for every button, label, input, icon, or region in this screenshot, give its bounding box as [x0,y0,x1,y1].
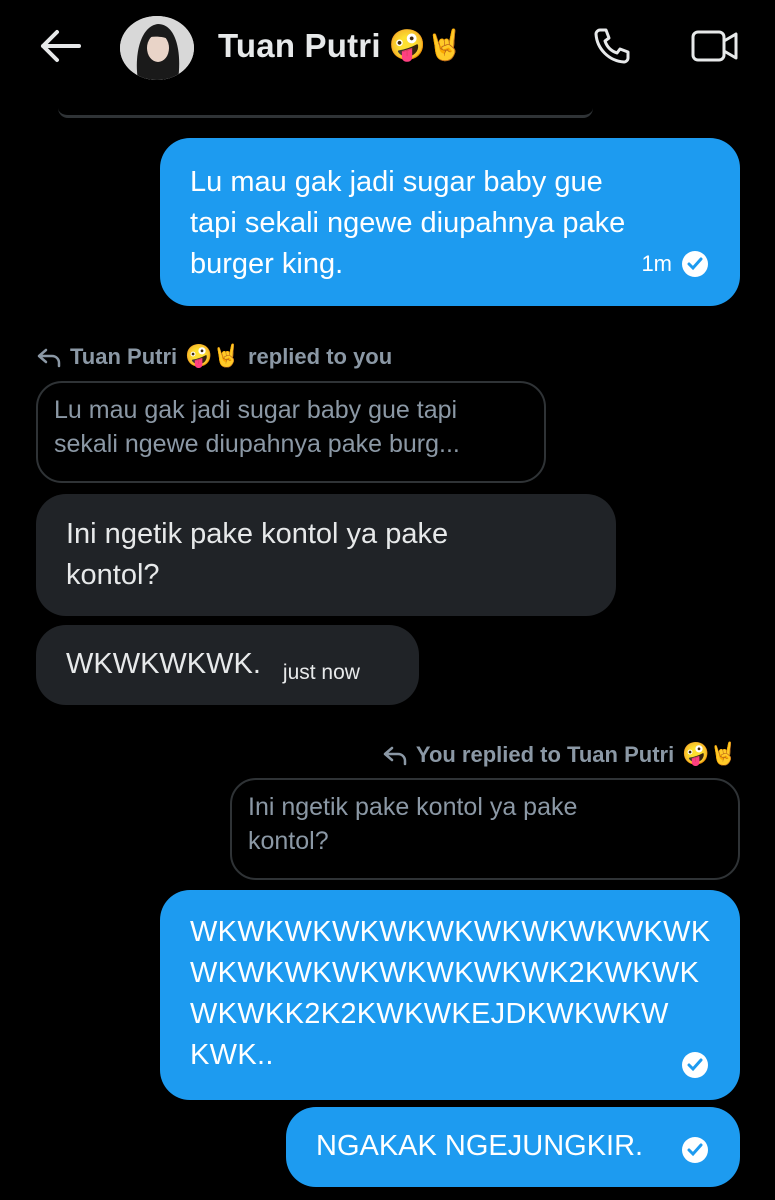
quote-text-line: sekali ngewe diupahnya pake burg... [54,430,460,458]
message-meta [682,1137,708,1163]
message-bubble-received[interactable]: Ini ngetik pake kontol ya pake kontol? [36,494,616,616]
message-time: just now [282,661,360,684]
message-text-line: tapi sekali ngewe diupahnya pake [190,207,626,239]
message-meta: 1m [641,243,708,284]
message-text-line: kontol? [66,559,160,591]
reply-arrow-icon [37,348,61,368]
message-text: NGAKAK NGEJUNGKIR. [316,1130,644,1162]
message-text-line: WKWKK2K2KWKWKEJDKWKWKW [190,998,669,1030]
reply-quote[interactable]: Ini ngetik pake kontol ya pake kontol? [230,778,740,880]
reply-author: Tuan Putri [70,344,178,369]
phone-icon [594,28,630,64]
avatar[interactable] [120,16,194,80]
reply-quote[interactable]: Lu mau gak jadi sugar baby gue tapi seka… [36,381,546,483]
contact-name: Tuan Putri [218,27,381,64]
contact-emojis: 🤪🤘 [388,28,464,63]
message-text-line: WKWKWKWKWKWKWKWKWKWKWK [190,916,711,948]
message-text-line: KWK.. [190,1039,274,1071]
reply-arrow-icon [383,746,407,766]
message-text-line: Lu mau gak jadi sugar baby gue [190,166,603,198]
back-button[interactable] [36,24,84,68]
message-text-line: Ini ngetik pake kontol ya pake [66,518,449,550]
message-bubble-received[interactable]: WKWKWKWK. just now [36,625,419,705]
check-circle-icon [682,1052,708,1078]
reply-author-emojis: 🤪🤘 [185,344,240,369]
message-bubble-sent[interactable]: NGAKAK NGEJUNGKIR. [286,1107,740,1187]
avatar-image [120,16,194,80]
message-text: WKWKWKWK. [66,648,261,680]
chat-header: Tuan Putri 🤪🤘 [0,0,775,95]
reply-context-label: Tuan Putri 🤪🤘 replied to you [36,344,392,370]
reply-label-text: replied to you [247,344,393,369]
video-call-button[interactable] [688,22,742,70]
reply-author-emojis: 🤪🤘 [682,742,737,767]
quote-text-line: Ini ngetik pake kontol ya pake [248,793,578,821]
arrow-left-icon [41,30,81,62]
message-bubble-sent[interactable]: WKWKWKWKWKWKWKWKWKWKWK WKWKWKWKWKWKWKWK2… [160,890,740,1100]
call-button[interactable] [588,22,636,70]
contact-title[interactable]: Tuan Putri 🤪🤘 [218,24,463,68]
quote-text-line: Lu mau gak jadi sugar baby gue tapi [54,396,458,424]
check-circle-icon [682,250,708,277]
video-camera-icon [691,30,738,62]
scroll-edge-divider [58,108,593,118]
message-time: 1m [641,251,672,276]
reply-context-label: You replied to Tuan Putri 🤪🤘 [382,742,737,768]
message-meta [682,1052,708,1078]
message-text-line: WKWKWKWKWKWKWKWK2KWKWK [190,957,700,989]
check-circle-icon [682,1137,708,1163]
quote-text-line: kontol? [248,827,329,855]
reply-label-text: You replied to Tuan Putri [415,742,675,767]
message-bubble-sent[interactable]: Lu mau gak jadi sugar baby gue tapi seka… [160,138,740,306]
